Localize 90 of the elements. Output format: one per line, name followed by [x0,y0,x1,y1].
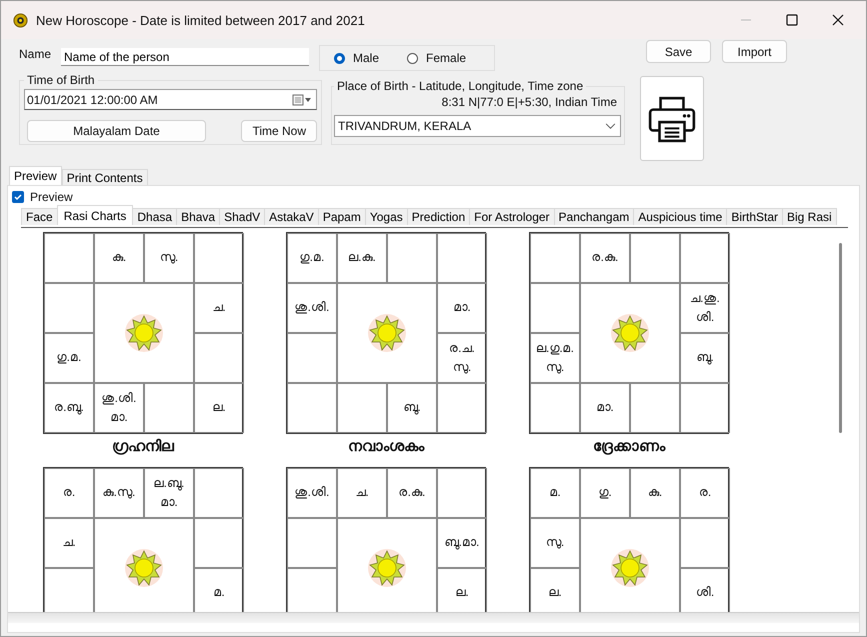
maximize-icon[interactable] [786,14,798,26]
chart-cell: ശു.ശി. മാ. [94,383,144,433]
coordinates-text: 8:31 N|77:0 E|+5:30, Indian Time [442,95,617,109]
chart-cell: ച. [337,468,387,518]
chart-cell [437,468,487,518]
section-tab[interactable]: Bhava [176,208,220,225]
chart-cell: കു. [630,468,680,518]
name-label: Name [19,47,52,61]
preview-checkbox[interactable]: Preview [8,186,859,204]
chart-cell [287,383,337,433]
chart-cell: ച.ശു. ശി. [680,283,730,333]
chart-cell [680,233,730,283]
section-tab[interactable]: Yogas [364,208,408,225]
page-tab[interactable]: Preview [9,166,62,185]
chart-cell: കു. [94,233,144,283]
window-title: New Horoscope - Date is limited between 2017 and 2021 [36,12,365,28]
date-time-field[interactable]: 01/01/2021 12:00:00 AM [24,89,317,110]
section-tab[interactable]: Dhasa [132,208,178,225]
chart-cell: ര.ബു. [44,383,94,433]
chart-cell [530,383,580,433]
section-tab[interactable]: Big Rasi [782,208,837,225]
chart-cell: ല.ബു. മാ. [144,468,194,518]
chart-cell: ച. [44,518,94,568]
chart-cell: ല. [194,383,244,433]
chart-cell: ബു.മാ. [437,518,487,568]
group-legend: Time of Birth [24,73,98,87]
time-now-button[interactable]: Time Now [241,120,317,142]
place-dropdown[interactable]: TRIVANDRUM, KERALA [334,115,621,137]
section-tab[interactable]: Prediction [406,208,470,225]
chart-cell: ച. [194,283,244,333]
vertical-scrollbar[interactable] [836,243,844,433]
malayalam-date-button[interactable]: Malayalam Date [27,120,206,142]
chart-cell: മാ. [437,283,487,333]
chart-cell: ല.ഗു.മ. സു. [530,333,580,383]
gender-radio[interactable]: Female [407,51,466,65]
chart-cell: സു. [144,233,194,283]
chart-cell [437,233,487,283]
group-legend: Place of Birth - Latitude, Longitude, Time zone [334,79,586,93]
chart-cell [437,383,487,433]
chart-cell: ഗു. [580,468,630,518]
sun-icon [367,548,407,588]
section-tab[interactable]: Auspicious time [633,208,728,225]
gender-radio[interactable]: Male [334,51,380,65]
section-tab[interactable]: ShadV [219,208,266,225]
chart-cell: സു. [530,518,580,568]
calendar-icon[interactable] [292,94,312,106]
section-tab[interactable]: AstakaV [264,208,319,225]
chart-cell [530,233,580,283]
chart-cell: ര. [680,468,730,518]
chart-title: ഗ്രഹനില [111,438,176,455]
chart-cell: ബു. [680,333,730,383]
chart-title: ദ്രേക്കാണം [592,438,666,455]
sun-icon [124,548,164,588]
chevron-down-icon [605,122,616,130]
section-tab[interactable]: Face [21,208,58,225]
chart-cell: ഗു.മ. [44,333,94,383]
save-button[interactable]: Save [646,40,711,63]
chart-cell [194,468,244,518]
sun-icon [124,313,164,353]
chart-cell: ഗു.മ. [287,233,337,283]
import-button[interactable]: Import [722,40,787,63]
sun-icon [610,548,650,588]
section-tab[interactable]: Papam [318,208,366,225]
chart-cell: ര.ച. സു. [437,333,487,383]
close-icon[interactable] [832,14,844,26]
chart-cell: ബു. [387,383,437,433]
chart-cell [44,233,94,283]
chart-cell [194,233,244,283]
checkmark-icon [13,192,23,202]
print-button[interactable] [640,76,704,161]
section-tab[interactable]: For Astrologer [469,208,555,225]
horizontal-scrollbar[interactable] [8,612,859,623]
section-tab[interactable]: BirthStar [726,208,783,225]
chart-cell: ശു.ശി. [287,283,337,333]
chart-cell [680,383,730,433]
chart-cell: മ. [530,468,580,518]
chart-cell: ര.കു. [387,468,437,518]
sun-icon [367,313,407,353]
chart-cell: കു.സു. [94,468,144,518]
chart-cell: ര. [44,468,94,518]
page-tab[interactable]: Print Contents [62,169,148,185]
chart-cell: ര.കു. [580,233,630,283]
sun-icon [610,313,650,353]
name-field[interactable]: Name of the person [61,48,310,66]
chart-cell: മാ. [580,383,630,433]
section-tab[interactable]: Panchangam [554,208,634,225]
app-icon [13,12,28,28]
chart-cell: ശു.ശി. [287,468,337,518]
chart-cell: ല.കു. [337,233,387,283]
chart-title: നവാംശകം [347,438,426,455]
